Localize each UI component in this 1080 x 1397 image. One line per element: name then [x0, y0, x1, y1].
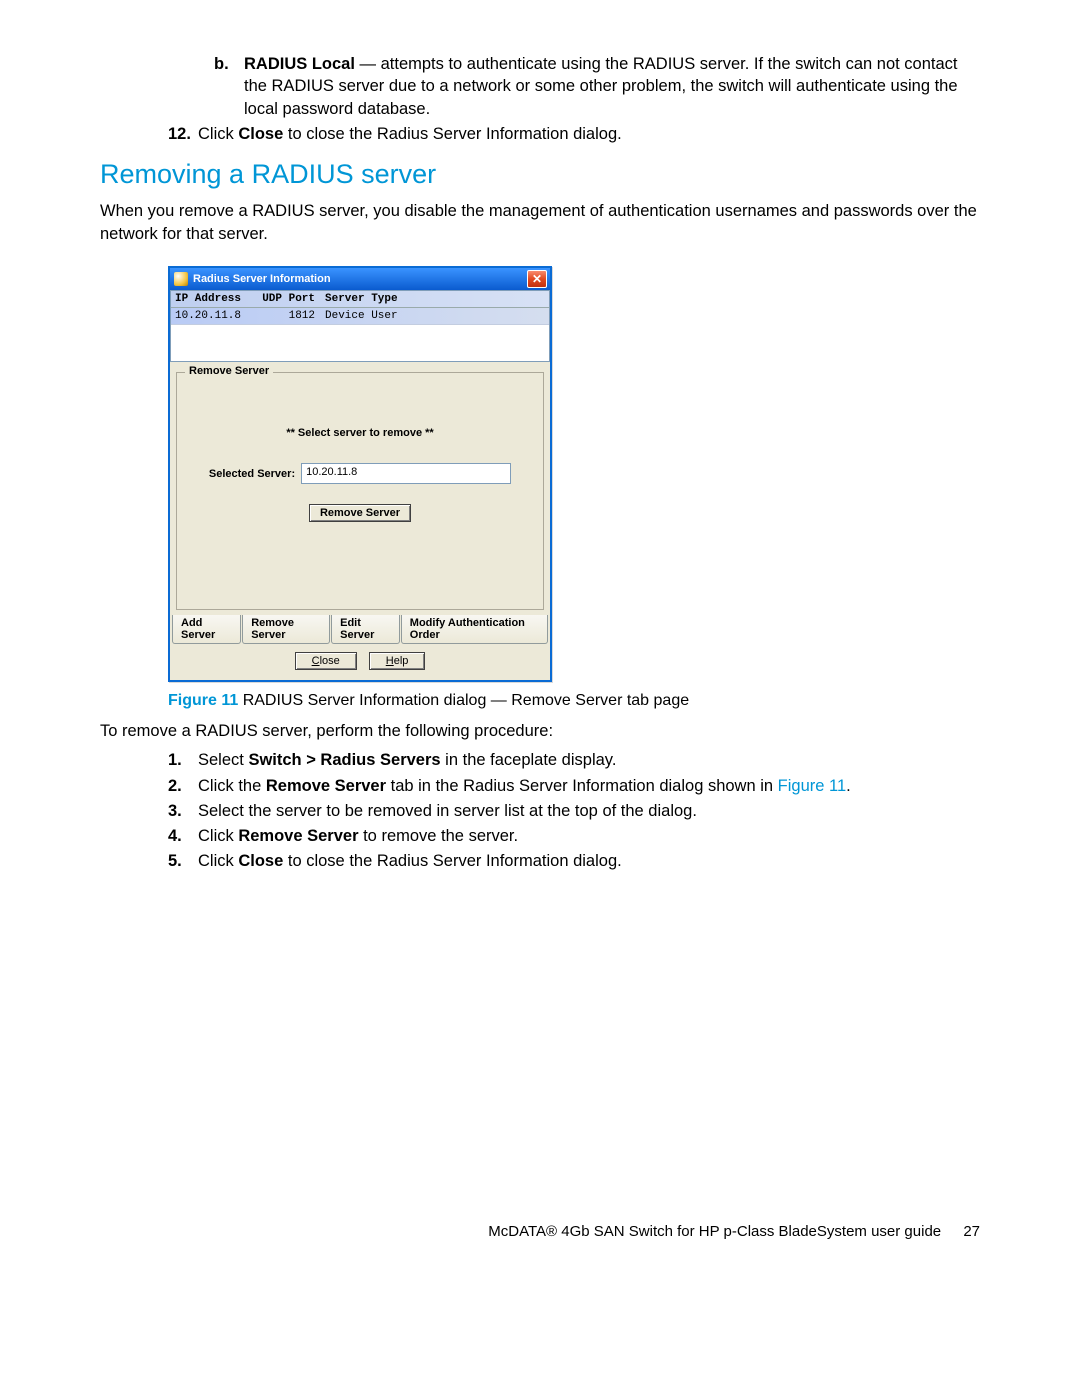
tab-remove-server[interactable]: Remove Server	[242, 615, 330, 644]
col-ip: IP Address	[175, 293, 255, 305]
col-port: UDP Port	[255, 293, 325, 305]
table-empty	[171, 325, 549, 361]
list-item-b: b. RADIUS Local — attempts to authentica…	[214, 53, 980, 120]
figure-dialog: Radius Server Information ✕ IP Address U…	[168, 266, 980, 682]
col-type: Server Type	[325, 293, 485, 305]
list-item-12: 12. Click Close to close the Radius Serv…	[168, 123, 980, 145]
section-heading: Removing a RADIUS server	[100, 159, 980, 190]
remove-fieldset: Remove Server ** Select server to remove…	[176, 372, 544, 610]
step-5: 5. Click Close to close the Radius Serve…	[168, 850, 980, 872]
footer-text: McDATA® 4Gb SAN Switch for HP p-Class Bl…	[488, 1223, 941, 1240]
close-icon[interactable]: ✕	[527, 270, 547, 288]
tab-edit-server[interactable]: Edit Server	[331, 615, 400, 644]
fieldset-label: Remove Server	[185, 365, 273, 377]
table-header: IP Address UDP Port Server Type	[171, 291, 549, 308]
figure-link[interactable]: Figure 11	[778, 777, 846, 795]
dialog-bottom-buttons: Close Help	[170, 644, 550, 680]
tab-add-server[interactable]: Add Server	[172, 615, 241, 644]
radius-dialog: Radius Server Information ✕ IP Address U…	[168, 266, 552, 682]
page-number: 27	[963, 1223, 980, 1240]
remove-server-button[interactable]: Remove Server	[309, 504, 411, 522]
list-text: RADIUS Local — attempts to authenticate …	[244, 53, 980, 120]
list-marker: b.	[214, 53, 244, 120]
paragraph: When you remove a RADIUS server, you dis…	[100, 200, 980, 246]
select-msg: ** Select server to remove **	[177, 427, 543, 439]
selected-server-field[interactable]: 10.20.11.8	[301, 463, 511, 484]
list-marker: 12.	[168, 123, 198, 145]
app-icon	[174, 272, 188, 286]
selected-server-label: Selected Server:	[209, 468, 295, 480]
paragraph: To remove a RADIUS server, perform the f…	[100, 720, 980, 743]
list-text: Click Close to close the Radius Server I…	[198, 123, 980, 145]
window-title: Radius Server Information	[193, 273, 527, 285]
step-2: 2. Click the Remove Server tab in the Ra…	[168, 775, 980, 797]
close-button[interactable]: Close	[295, 652, 357, 670]
server-table: IP Address UDP Port Server Type 10.20.11…	[170, 290, 550, 362]
step-1: 1. Select Switch > Radius Servers in the…	[168, 749, 980, 771]
dialog-tabs: Add Server Remove Server Edit Server Mod…	[170, 615, 550, 644]
step-4: 4. Click Remove Server to remove the ser…	[168, 825, 980, 847]
table-row[interactable]: 10.20.11.8 1812 Device User	[171, 308, 549, 325]
titlebar: Radius Server Information ✕	[170, 268, 550, 290]
page-footer: McDATA® 4Gb SAN Switch for HP p-Class Bl…	[488, 1223, 980, 1240]
help-button[interactable]: Help	[369, 652, 426, 670]
figure-caption: Figure 11 RADIUS Server Information dial…	[168, 692, 980, 710]
tab-modify-auth[interactable]: Modify Authentication Order	[401, 615, 548, 644]
step-3: 3. Select the server to be removed in se…	[168, 800, 980, 822]
